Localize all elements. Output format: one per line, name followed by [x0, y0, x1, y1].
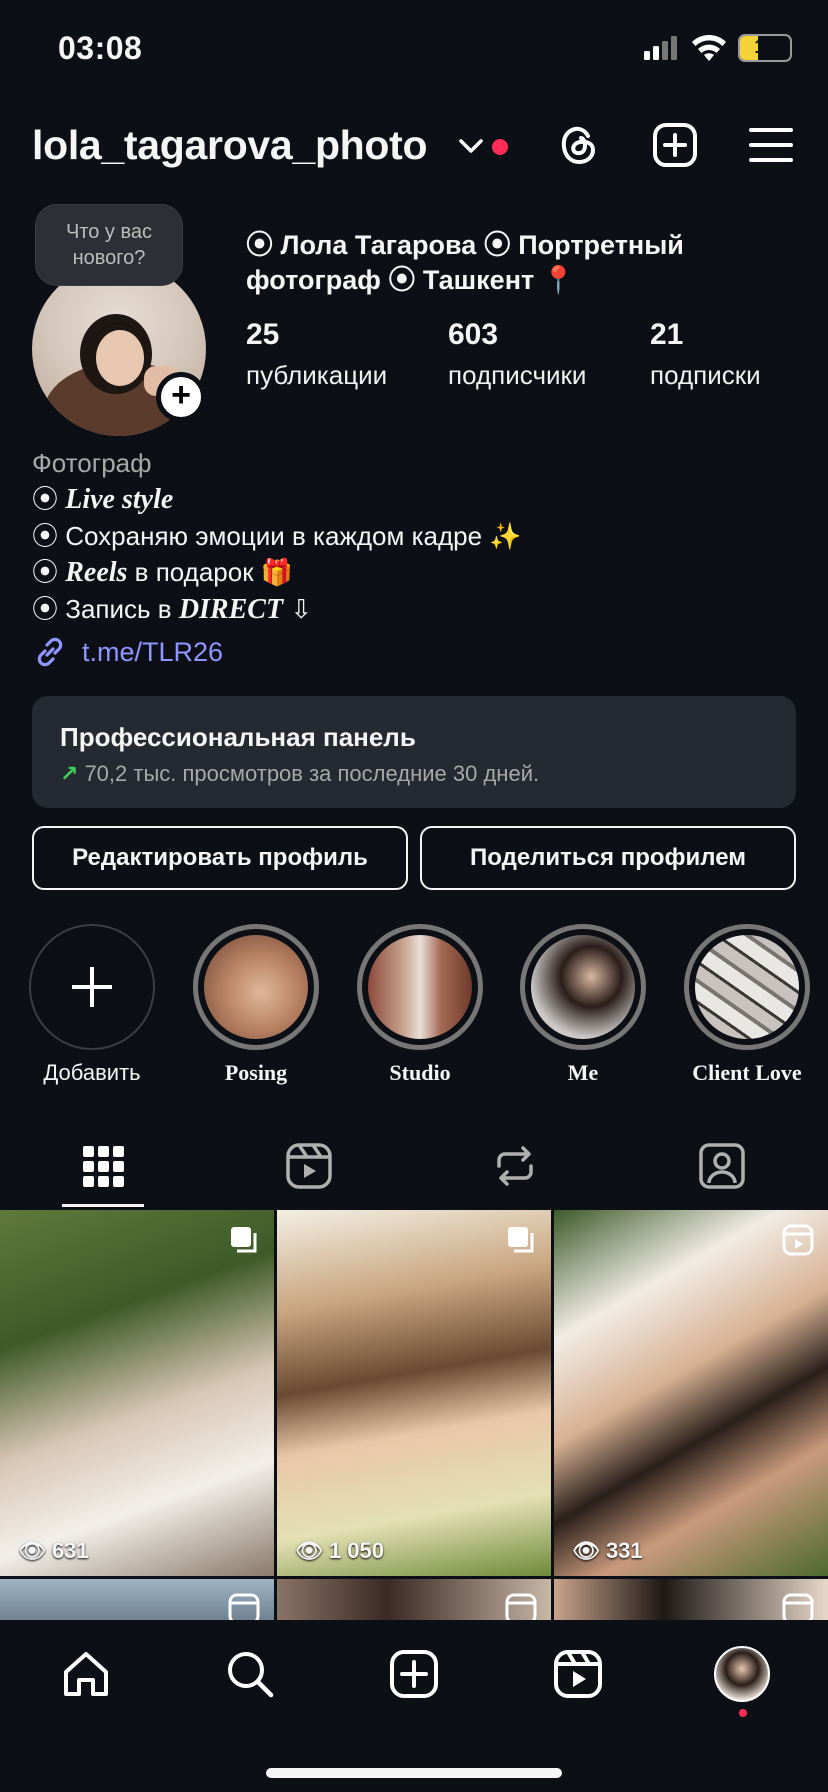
search-icon[interactable] [224, 1648, 276, 1700]
add-story-button[interactable]: + [156, 372, 206, 422]
create-icon[interactable] [652, 122, 698, 168]
share-profile-button[interactable]: Поделиться профилем [420, 826, 796, 890]
dashboard-subtitle: ↗ 70,2 тыс. просмотров за последние 30 дн… [60, 761, 540, 786]
profile-category: Фотограф [32, 448, 152, 478]
display-name-line-2: фотограф ⦿ Ташкент 📍 [246, 265, 576, 295]
highlight-me[interactable]: Me [520, 924, 646, 1086]
highlight-label: Client Love [692, 1060, 802, 1085]
active-tab-indicator [62, 1204, 144, 1207]
bio-link-text: t.me/TLR26 [82, 636, 224, 667]
professional-dashboard[interactable]: Профессиональная панель ↗ 70,2 тыс. просм… [32, 696, 796, 808]
notification-dot [492, 139, 508, 155]
status-icons: 10 [644, 34, 792, 62]
home-icon[interactable] [60, 1648, 112, 1700]
bio-line-2: ⦿ Сохраняю эмоции в каждом кадре ✨ [32, 521, 522, 551]
post-tile[interactable]: 👁 631 [0, 1210, 274, 1576]
profile-tab-avatar[interactable] [714, 1646, 770, 1702]
eye-icon: 👁 [572, 1538, 600, 1563]
reels-tab-icon[interactable] [283, 1140, 335, 1192]
create-post-icon[interactable] [388, 1648, 440, 1700]
eye-icon: 👁 [295, 1538, 323, 1563]
home-indicator [266, 1768, 562, 1778]
note-bubble[interactable]: Что у вас нового? [35, 204, 183, 286]
eye-icon: 👁 [18, 1538, 46, 1563]
stat-following-label: подписки [650, 360, 761, 390]
bio-line-4: ⦿ Запись в DIRECT ⇩ [32, 594, 313, 625]
highlight-add[interactable]: Добавить [29, 924, 155, 1086]
highlight-posing[interactable]: Posing [193, 924, 319, 1086]
menu-icon[interactable] [748, 122, 794, 168]
display-name: ⦿ Лола Тагарова ⦿ Портретный фотограф ⦿ … [246, 228, 806, 298]
bio-line-3: ⦿ Reels в подарок 🎁 [32, 557, 294, 588]
bio-link[interactable]: t.me/TLR26 [32, 634, 223, 670]
reels-icon[interactable] [552, 1648, 604, 1700]
reposts-tab-icon[interactable] [489, 1140, 541, 1192]
chevron-down-icon[interactable] [458, 136, 484, 156]
highlight-label: Studio [389, 1060, 451, 1085]
profile-notification-dot [739, 1709, 747, 1717]
carousel-icon [508, 1227, 534, 1253]
highlight-studio[interactable]: Studio [357, 924, 483, 1086]
carousel-icon [231, 1227, 257, 1253]
stat-posts-label: публикации [246, 360, 388, 390]
wifi-icon [692, 35, 726, 61]
plus-icon [72, 967, 112, 1007]
view-count: 👁 1 050 [295, 1538, 384, 1563]
post-tile[interactable]: 👁 1 050 [277, 1210, 551, 1576]
stat-following[interactable]: 21 подписки [650, 318, 761, 391]
post-tile[interactable]: 👁 331 [554, 1210, 828, 1576]
bio-line-1: ⦿ Live style [32, 484, 174, 515]
stat-followers[interactable]: 603 подписчики [448, 318, 586, 391]
link-icon [37, 637, 63, 667]
battery-level: 10 [754, 37, 776, 58]
username: lola_tagarova_photo [32, 122, 428, 168]
highlight-label: Me [567, 1060, 599, 1085]
trend-up-icon: ↗ [60, 761, 79, 786]
stat-posts[interactable]: 25 публикации [246, 318, 387, 391]
battery-icon: 10 [738, 34, 792, 62]
bio: ⦿ Live style ⦿ Сохраняю эмоции в каждом … [32, 481, 522, 628]
tagged-tab-icon[interactable] [696, 1140, 748, 1192]
username-switcher[interactable]: lola_tagarova_photo [32, 122, 428, 169]
dashboard-title: Профессиональная панель [60, 722, 416, 752]
stat-followers-value: 603 [448, 318, 499, 351]
signal-icon [644, 36, 677, 60]
stat-following-value: 21 [650, 318, 684, 351]
stat-posts-value: 25 [246, 318, 280, 351]
grid-tab-icon[interactable] [77, 1140, 129, 1192]
highlight-client-love[interactable]: Client Love [684, 924, 810, 1086]
highlight-label: Добавить [43, 1060, 141, 1085]
reel-icon [782, 1224, 814, 1256]
display-name-line-1: ⦿ Лола Тагарова ⦿ Портретный [246, 230, 684, 260]
status-time: 03:08 [58, 30, 143, 66]
bottom-navigation [0, 1620, 828, 1792]
view-count: 👁 631 [18, 1538, 89, 1563]
view-count: 👁 331 [572, 1538, 643, 1563]
edit-profile-button[interactable]: Редактировать профиль [32, 826, 408, 890]
threads-icon[interactable] [556, 122, 602, 168]
highlight-label: Posing [224, 1060, 288, 1085]
stat-followers-label: подписчики [448, 360, 587, 390]
